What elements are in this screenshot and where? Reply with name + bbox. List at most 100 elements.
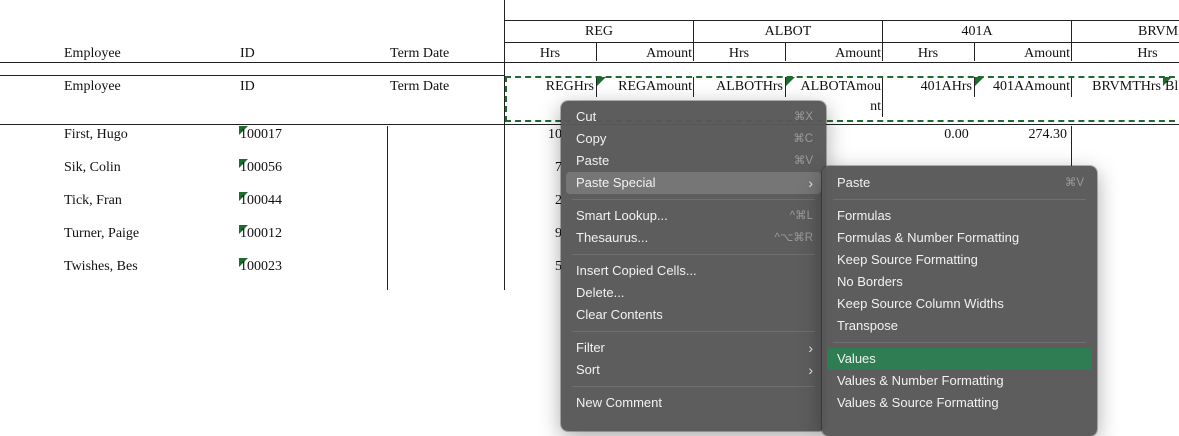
employee-name[interactable]: Sik, Colin <box>64 159 121 177</box>
group-header-brvm[interactable]: BRVM <box>1138 23 1178 41</box>
submenu-item-formulas[interactable]: Formulas <box>827 205 1092 227</box>
header-term-date[interactable]: Term Date <box>390 45 449 63</box>
code-term-date[interactable]: Term Date <box>390 78 449 96</box>
shortcut-label: ⌘V <box>793 155 813 167</box>
menu-item-label: New Comment <box>576 395 662 410</box>
code-reg-hrs[interactable]: REGHrs <box>505 78 594 96</box>
menu-item-insert-copied-cells[interactable]: Insert Copied Cells... <box>566 260 821 282</box>
menu-item-label: No Borders <box>837 274 903 289</box>
code-401a-hrs[interactable]: 401AHrs <box>883 78 972 96</box>
grid-line <box>504 42 1179 43</box>
shortcut-label: ^⌥⌘R <box>774 232 813 244</box>
header-brvm-hrs[interactable]: Hrs <box>1100 45 1179 63</box>
group-header-albot[interactable]: ALBOT <box>694 23 882 41</box>
header-401a-hrs[interactable]: Hrs <box>883 45 973 63</box>
header-albot-amount[interactable]: Amount <box>786 45 881 63</box>
menu-separator <box>572 199 815 200</box>
menu-item-smart-lookup[interactable]: Smart Lookup... ^⌘L <box>566 205 821 227</box>
menu-item-label: Transpose <box>837 318 898 333</box>
menu-item-label: Clear Contents <box>576 307 663 322</box>
menu-item-label: Keep Source Column Widths <box>837 296 1004 311</box>
employee-name[interactable]: Turner, Paige <box>64 225 139 243</box>
header-id[interactable]: ID <box>240 45 255 63</box>
menu-item-label: Copy <box>576 131 607 146</box>
employee-id[interactable]: 100056 <box>240 159 282 177</box>
menu-item-new-comment[interactable]: New Comment <box>566 392 821 414</box>
employee-name[interactable]: Twishes, Bes <box>64 258 138 276</box>
menu-item-label: Paste Special <box>576 175 656 190</box>
group-header-401a[interactable]: 401A <box>883 23 1071 41</box>
chevron-right-icon: › <box>808 362 813 378</box>
reg-hrs-value[interactable]: 10 <box>548 126 562 144</box>
shortcut-label: ^⌘L <box>789 210 813 222</box>
group-header-reg[interactable]: REG <box>505 23 693 41</box>
code-id[interactable]: ID <box>240 78 255 96</box>
paste-special-submenu: Paste ⌘V Formulas Formulas & Number Form… <box>822 166 1097 436</box>
code-albot-amount[interactable]: ALBOTAmou <box>786 78 881 96</box>
grid-line <box>504 20 1179 21</box>
menu-separator <box>572 331 815 332</box>
header-401a-amount[interactable]: Amount <box>975 45 1070 63</box>
menu-item-clear-contents[interactable]: Clear Contents <box>566 304 821 326</box>
grid-line <box>504 0 505 290</box>
shortcut-label: ⌘V <box>1064 177 1084 189</box>
menu-item-paste-special[interactable]: Paste Special › <box>566 172 821 194</box>
grid-line <box>387 126 388 290</box>
menu-item-label: Delete... <box>576 285 625 300</box>
submenu-item-values-source-formatting[interactable]: Values & Source Formatting <box>827 392 1092 414</box>
code-401a-amount[interactable]: 401AAmount <box>975 78 1070 96</box>
menu-item-label: Smart Lookup... <box>576 208 668 223</box>
menu-item-label: Keep Source Formatting <box>837 252 978 267</box>
menu-item-paste[interactable]: Paste ⌘V <box>566 150 821 172</box>
code-albot-hrs[interactable]: ALBOTHrs <box>694 78 783 96</box>
employee-name[interactable]: Tick, Fran <box>64 192 122 210</box>
code-reg-amount[interactable]: REGAmount <box>597 78 692 96</box>
menu-item-label: Insert Copied Cells... <box>576 263 697 278</box>
grid-line <box>0 75 504 76</box>
employee-id[interactable]: 100044 <box>240 192 282 210</box>
menu-item-label: Cut <box>576 109 597 124</box>
submenu-item-no-borders[interactable]: No Borders <box>827 271 1092 293</box>
submenu-item-values[interactable]: Values <box>827 348 1092 370</box>
menu-item-label: Thesaurus... <box>576 230 649 245</box>
submenu-item-transpose[interactable]: Transpose <box>827 315 1092 337</box>
header-reg-hrs[interactable]: Hrs <box>505 45 595 63</box>
employee-id[interactable]: 100012 <box>240 225 282 243</box>
shortcut-label: ⌘X <box>793 111 813 123</box>
menu-item-label: Formulas & Number Formatting <box>837 230 1020 245</box>
menu-item-sort[interactable]: Sort › <box>566 359 821 381</box>
header-albot-hrs[interactable]: Hrs <box>694 45 784 63</box>
header-reg-amount[interactable]: Amount <box>597 45 692 63</box>
menu-item-thesaurus[interactable]: Thesaurus... ^⌥⌘R <box>566 227 821 249</box>
submenu-item-keep-source-formatting[interactable]: Keep Source Formatting <box>827 249 1092 271</box>
grid-line <box>1071 21 1072 61</box>
menu-item-label: Sort <box>576 362 600 377</box>
menu-item-label: Values & Number Formatting <box>837 373 1004 388</box>
chevron-right-icon: › <box>808 340 813 356</box>
menu-item-label: Paste <box>576 153 610 168</box>
employee-id[interactable]: 100023 <box>240 258 282 276</box>
menu-separator <box>572 386 815 387</box>
submenu-item-formulas-number-formatting[interactable]: Formulas & Number Formatting <box>827 227 1092 249</box>
menu-item-copy[interactable]: Copy ⌘C <box>566 128 821 150</box>
employee-id[interactable]: 100017 <box>240 126 282 144</box>
header-employee[interactable]: Employee <box>64 45 121 63</box>
menu-item-label: Values <box>837 351 876 366</box>
submenu-item-paste[interactable]: Paste ⌘V <box>827 172 1092 194</box>
submenu-item-keep-source-column-widths[interactable]: Keep Source Column Widths <box>827 293 1092 315</box>
code-next-column[interactable]: Bl <box>1165 78 1178 96</box>
employee-name[interactable]: First, Hugo <box>64 126 128 144</box>
menu-item-delete[interactable]: Delete... <box>566 282 821 304</box>
menu-item-filter[interactable]: Filter › <box>566 337 821 359</box>
menu-item-cut[interactable]: Cut ⌘X <box>566 106 821 128</box>
401a-amount-value[interactable]: 274.30 <box>975 126 1068 144</box>
chevron-right-icon: › <box>808 175 813 191</box>
menu-item-label: Filter <box>576 340 605 355</box>
menu-separator <box>833 342 1086 343</box>
code-employee[interactable]: Employee <box>64 78 121 96</box>
menu-separator <box>833 199 1086 200</box>
menu-item-label: Paste <box>837 175 871 190</box>
submenu-item-values-number-formatting[interactable]: Values & Number Formatting <box>827 370 1092 392</box>
menu-item-label: Formulas <box>837 208 892 223</box>
code-brvm-hrs[interactable]: BRVMTHrs <box>1072 78 1161 96</box>
